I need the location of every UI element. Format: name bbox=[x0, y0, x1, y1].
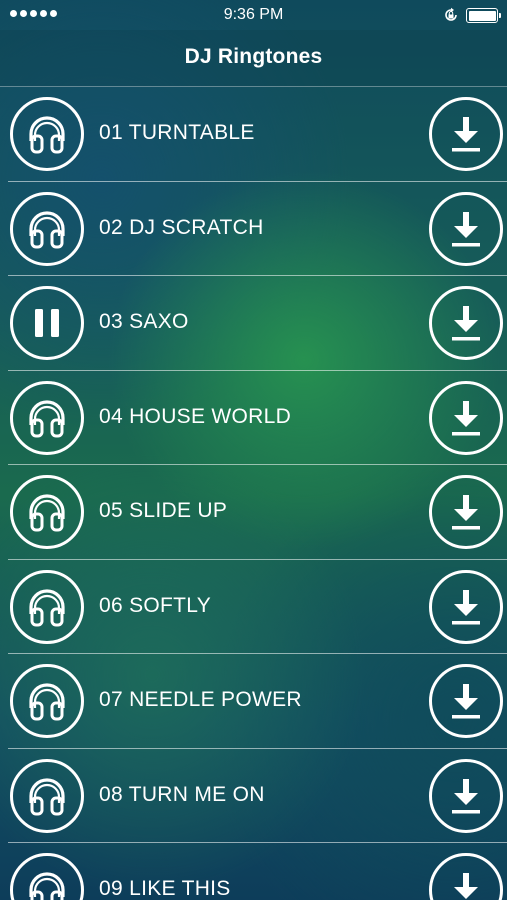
ringtone-title: 09 LIKE THIS bbox=[99, 877, 231, 900]
navigation-bar: DJ Ringtones bbox=[0, 30, 507, 87]
headphones-icon bbox=[29, 210, 65, 248]
pause-icon bbox=[35, 309, 59, 337]
play-button[interactable] bbox=[10, 97, 84, 171]
list-item-8[interactable]: 08 TURN ME ON bbox=[8, 749, 507, 843]
ringtone-title: 07 NEEDLE POWER bbox=[99, 688, 302, 711]
ringtone-title: 06 SOFTLY bbox=[99, 593, 212, 617]
ringtone-title: 04 HOUSE WORLD bbox=[99, 404, 292, 428]
download-icon bbox=[452, 778, 480, 813]
download-icon bbox=[452, 400, 480, 435]
ringtone-title: 02 DJ SCRATCH bbox=[99, 215, 264, 239]
ringtone-list: 01 TURNTABLE 02 DJ SCRATCH 03 SAXO 04 HO… bbox=[0, 87, 507, 900]
list-item-4[interactable]: 04 HOUSE WORLD bbox=[8, 371, 507, 465]
download-icon bbox=[454, 873, 478, 899]
headphones-icon bbox=[29, 588, 65, 626]
headphones-icon bbox=[29, 777, 65, 815]
download-button[interactable] bbox=[429, 97, 503, 171]
download-icon bbox=[452, 684, 480, 719]
status-bar: 9:36 PM bbox=[0, 0, 507, 30]
list-item-3[interactable]: 03 SAXO bbox=[8, 276, 507, 371]
headphones-icon bbox=[29, 399, 65, 437]
download-button[interactable] bbox=[429, 191, 503, 266]
play-button[interactable] bbox=[10, 286, 84, 360]
battery-icon bbox=[466, 8, 501, 23]
download-button[interactable] bbox=[429, 380, 503, 455]
play-button[interactable] bbox=[10, 191, 84, 266]
download-button[interactable] bbox=[429, 758, 503, 833]
download-button[interactable] bbox=[429, 664, 503, 738]
headphones-icon bbox=[29, 116, 65, 154]
ringtone-title: 01 TURNTABLE bbox=[99, 121, 255, 144]
download-icon bbox=[452, 117, 480, 152]
headphones-icon bbox=[29, 683, 65, 721]
list-item-5[interactable]: 05 SLIDE UP bbox=[8, 465, 507, 560]
list-item-7[interactable]: 07 NEEDLE POWER bbox=[8, 654, 507, 749]
play-button[interactable] bbox=[10, 853, 84, 900]
page-title: DJ Ringtones bbox=[184, 45, 323, 68]
list-item-1[interactable]: 01 TURNTABLE bbox=[8, 87, 507, 182]
list-item-2[interactable]: 02 DJ SCRATCH bbox=[8, 182, 507, 276]
ringtone-title: 08 TURN ME ON bbox=[99, 782, 265, 806]
play-button[interactable] bbox=[10, 664, 84, 738]
headphones-icon bbox=[29, 494, 65, 532]
status-time: 9:36 PM bbox=[223, 6, 284, 23]
download-icon bbox=[452, 589, 480, 624]
download-icon bbox=[452, 495, 480, 530]
download-icon bbox=[452, 211, 480, 246]
play-button[interactable] bbox=[10, 380, 84, 455]
download-button[interactable] bbox=[429, 286, 503, 360]
play-button[interactable] bbox=[10, 569, 84, 644]
play-button[interactable] bbox=[10, 758, 84, 833]
download-button[interactable] bbox=[429, 569, 503, 644]
list-item-6[interactable]: 06 SOFTLY bbox=[8, 560, 507, 654]
rotation-lock-icon bbox=[445, 7, 457, 21]
download-button[interactable] bbox=[429, 475, 503, 549]
download-button[interactable] bbox=[429, 853, 503, 900]
download-icon bbox=[452, 306, 480, 341]
ringtone-title: 03 SAXO bbox=[99, 310, 189, 333]
headphones-icon bbox=[29, 872, 65, 900]
list-item-9[interactable]: 09 LIKE THIS bbox=[8, 843, 507, 900]
play-button[interactable] bbox=[10, 475, 84, 549]
ringtone-title: 05 SLIDE UP bbox=[99, 499, 228, 522]
